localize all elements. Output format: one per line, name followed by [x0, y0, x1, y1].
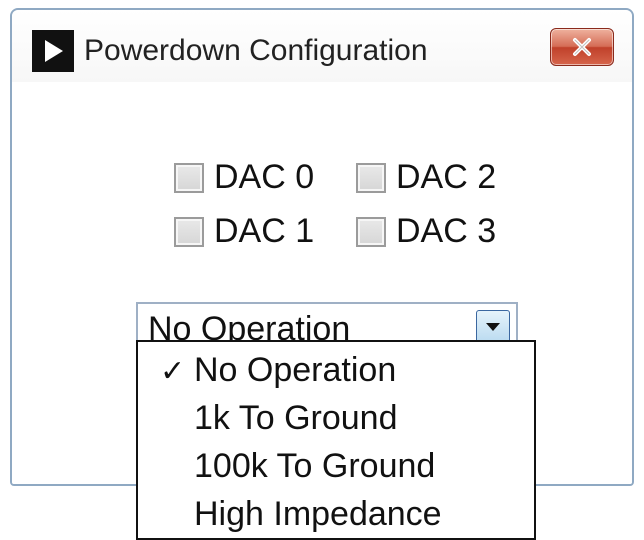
- checkbox-label: DAC 0: [214, 158, 315, 196]
- checkbox-label: DAC 2: [396, 158, 497, 196]
- checkbox-dac-1[interactable]: DAC 1: [174, 212, 314, 251]
- play-triangle-icon: [32, 30, 74, 72]
- dropdown-option-label: 100k To Ground: [194, 447, 436, 485]
- chevron-down-icon: [485, 322, 501, 332]
- checkbox-box[interactable]: [356, 162, 386, 193]
- dropdown-option-100k-to-ground[interactable]: 100k To Ground: [138, 442, 534, 490]
- checkbox-dac-2[interactable]: DAC 2: [356, 158, 496, 197]
- close-button[interactable]: [550, 28, 614, 66]
- checkbox-label: DAC 1: [214, 212, 315, 250]
- checkbox-dac-3[interactable]: DAC 3: [356, 212, 496, 251]
- dropdown-option-1k-to-ground[interactable]: 1k To Ground: [138, 394, 534, 442]
- dropdown-option-label: High Impedance: [194, 495, 442, 533]
- checkbox-box[interactable]: [174, 162, 204, 193]
- checkbox-label: DAC 3: [396, 212, 497, 250]
- dropdown-option-label: No Operation: [194, 351, 397, 389]
- title-bar: Powerdown Configuration: [12, 10, 632, 82]
- checkbox-box[interactable]: [174, 216, 204, 247]
- close-x-icon: [569, 36, 595, 58]
- dropdown-option-high-impedance[interactable]: High Impedance: [138, 490, 534, 538]
- powerdown-mode-dropdown: ✓ No Operation 1k To Ground 100k To Grou…: [136, 340, 536, 540]
- dropdown-option-no-operation[interactable]: ✓ No Operation: [138, 346, 534, 394]
- window-title: Powerdown Configuration: [84, 34, 428, 67]
- checkbox-box[interactable]: [356, 216, 386, 247]
- dropdown-toggle-button[interactable]: [476, 310, 510, 344]
- checkbox-dac-0[interactable]: DAC 0: [174, 158, 314, 197]
- checkmark-icon: ✓: [160, 355, 186, 388]
- dropdown-option-label: 1k To Ground: [194, 399, 398, 437]
